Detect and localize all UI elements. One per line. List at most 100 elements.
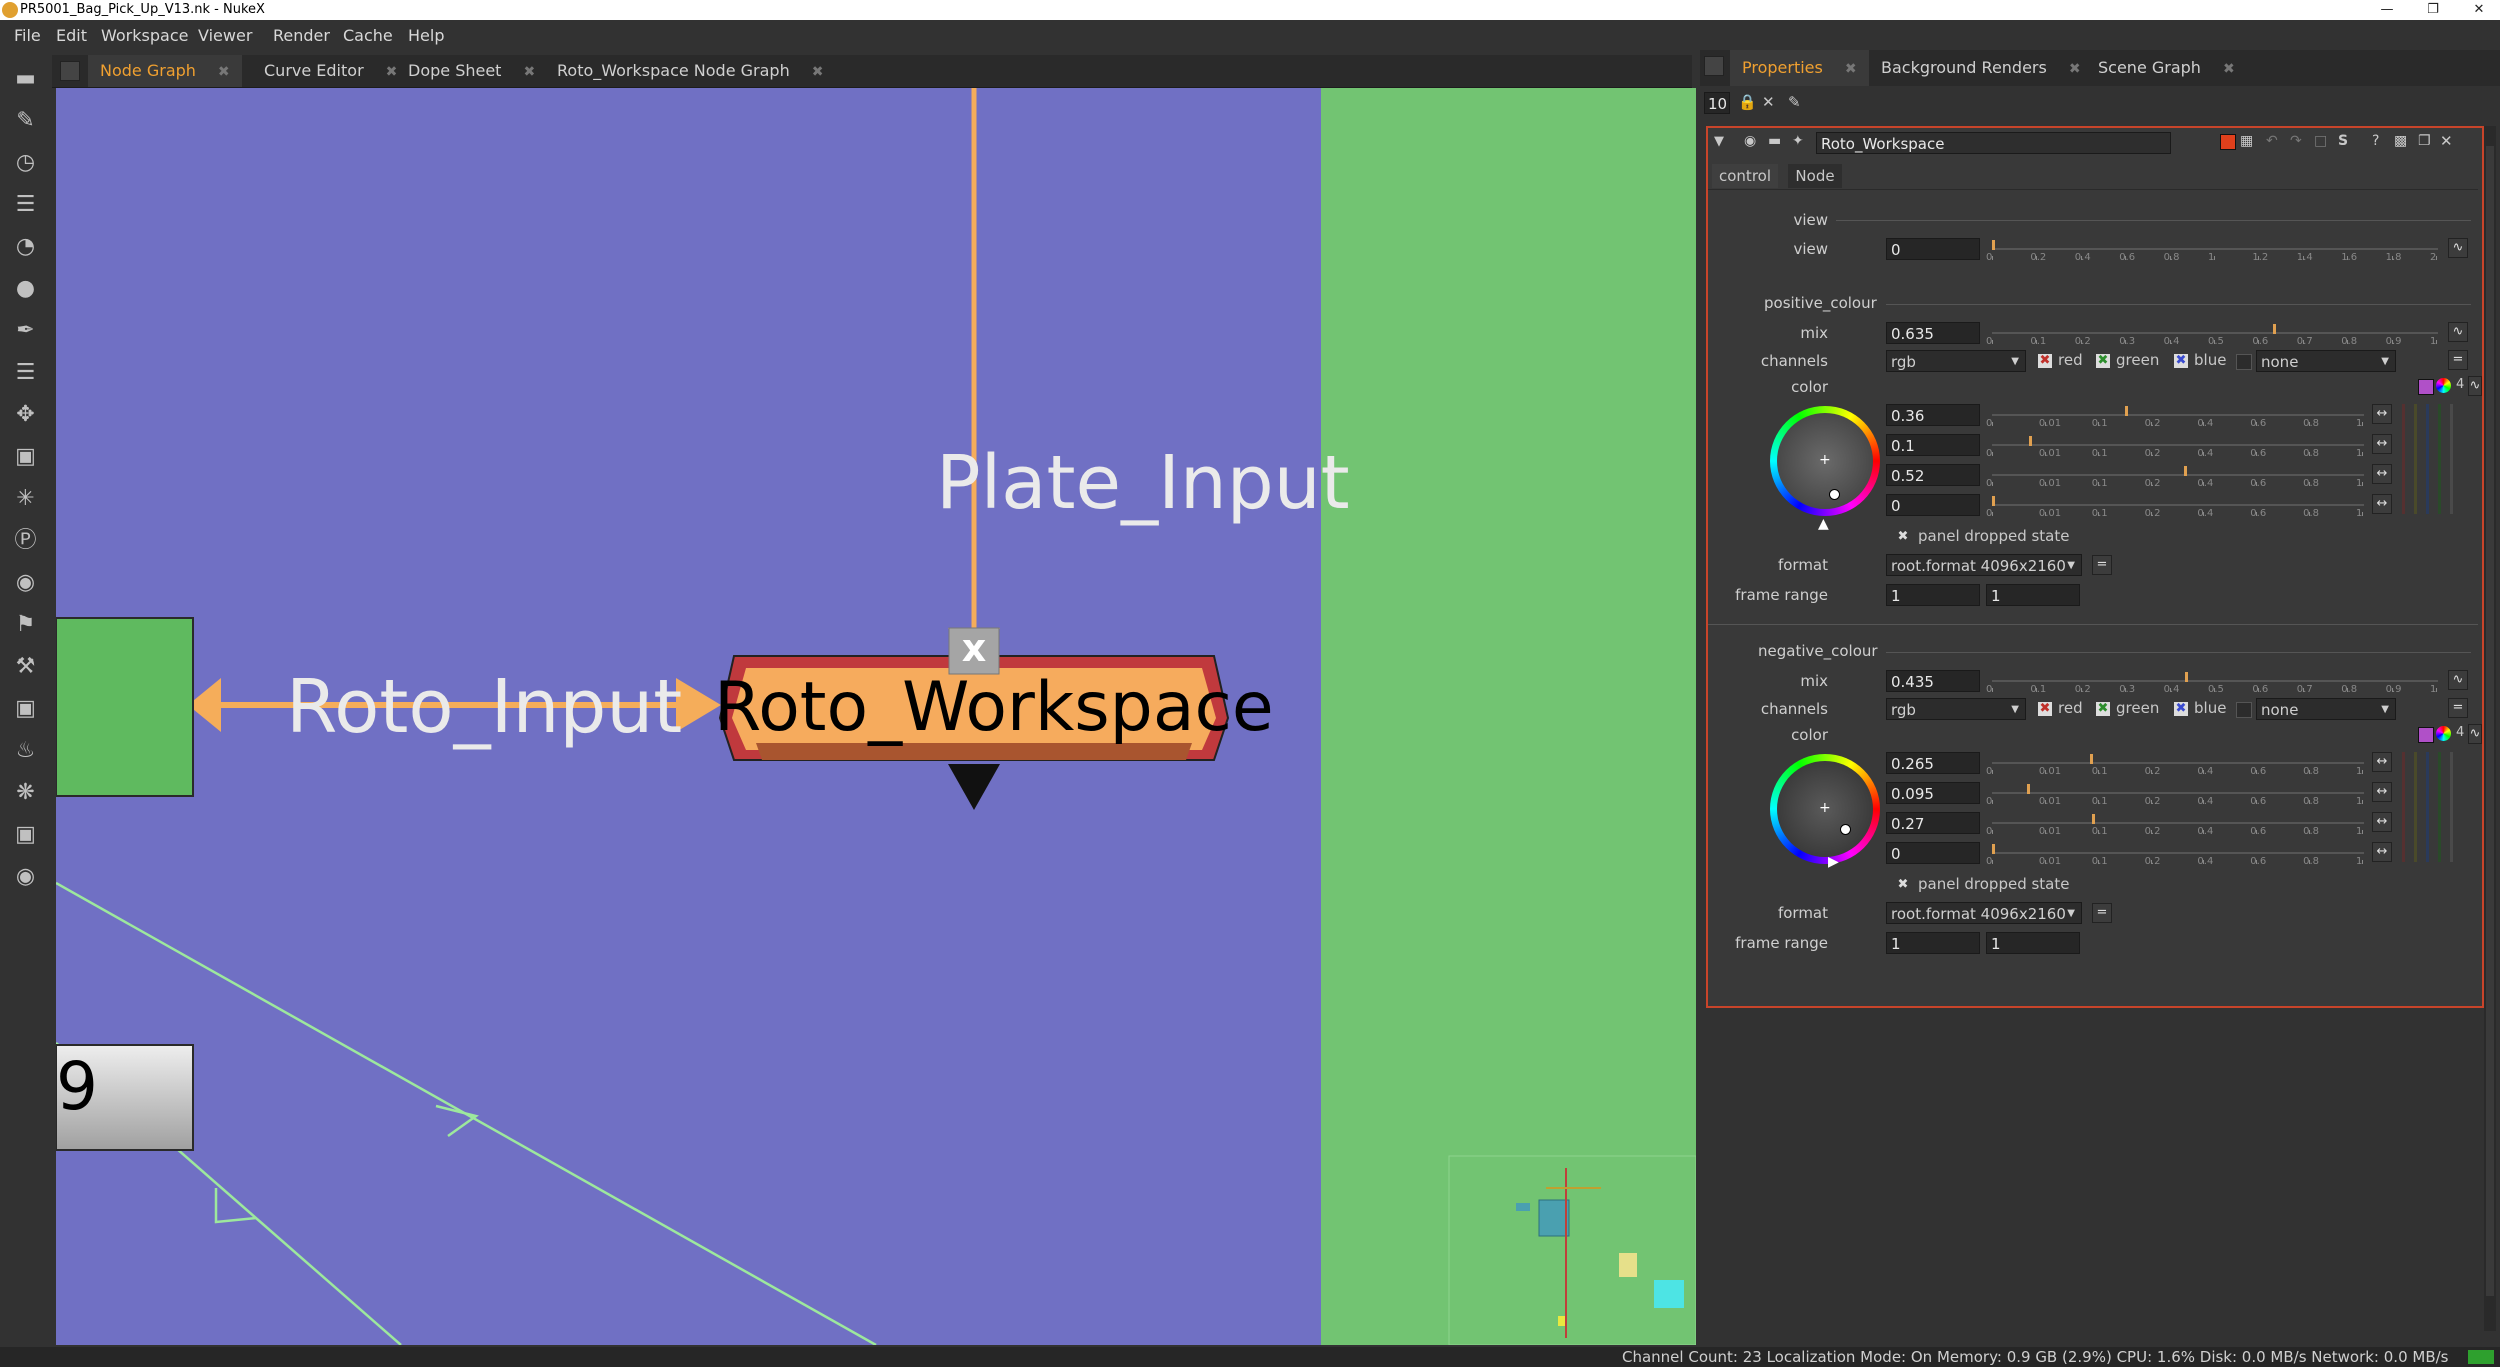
center-node-icon[interactable]: ◉	[1744, 133, 1756, 149]
positive-blue-slider[interactable]: 0 0.01 0.1 0.2 0.4 0.6 0.8 1	[1986, 464, 2364, 489]
slider-knob[interactable]	[2184, 672, 2188, 682]
alpha-checkbox[interactable]	[2236, 354, 2252, 370]
undo-icon[interactable]: ↶	[2266, 133, 2278, 149]
tab-node-graph[interactable]: Node Graph ✖	[88, 55, 242, 87]
green-node[interactable]	[56, 617, 194, 797]
slider-track[interactable]	[1992, 414, 2364, 416]
maximize-icon[interactable]: ❐	[2410, 0, 2456, 20]
toolsets-icon[interactable]: ⚒	[12, 653, 39, 680]
link-icon[interactable]: =	[2448, 350, 2468, 370]
channel-count-label[interactable]: 4	[2456, 377, 2464, 392]
slider-track[interactable]	[1992, 474, 2364, 476]
color-step-icon[interactable]: ↔	[2372, 752, 2392, 772]
slider-knob[interactable]	[2089, 754, 2093, 764]
slider-knob[interactable]	[2183, 466, 2187, 476]
menu-help[interactable]: Help	[408, 26, 444, 45]
gl-color-icon[interactable]: ▦	[2240, 133, 2253, 149]
negative-green-field[interactable]: 0.095	[1886, 782, 1980, 804]
revert-icon[interactable]: □	[2314, 133, 2327, 149]
channel-count-label[interactable]: 4	[2456, 725, 2464, 740]
menu-viewer[interactable]: Viewer	[198, 26, 252, 45]
panel-dropped-checkbox[interactable]: ✖	[1896, 530, 1910, 544]
redo-icon[interactable]: ↷	[2290, 133, 2302, 149]
positive-channels-dropdown[interactable]: rgb ▼	[1886, 350, 2026, 372]
negative-blue-field[interactable]: 0.27	[1886, 812, 1980, 834]
node-graph-icon[interactable]: ✦	[1792, 133, 1804, 149]
tab-properties[interactable]: Properties ✖	[1730, 50, 1869, 86]
slider-track[interactable]	[1992, 332, 2438, 334]
red-checkbox[interactable]: ✖	[2038, 702, 2052, 716]
furnace-tools-icon[interactable]: ♨	[12, 737, 39, 764]
positive-alpha-field[interactable]: 0	[1886, 494, 1980, 516]
negative-blue-slider[interactable]: 0 0.01 0.1 0.2 0.4 0.6 0.8 1	[1986, 812, 2364, 837]
close-tab-icon[interactable]: ✖	[812, 56, 824, 88]
tab-scene-graph[interactable]: Scene Graph ✖	[2086, 50, 2247, 86]
positive-green-slider[interactable]: 0 0.01 0.1 0.2 0.4 0.6 0.8 1	[1986, 434, 2364, 459]
color-wheel-icon[interactable]	[2436, 378, 2451, 393]
menu-render[interactable]: Render	[273, 26, 330, 45]
alpha-checkbox[interactable]	[2236, 702, 2252, 718]
close-tab-icon[interactable]: ✖	[2223, 51, 2235, 87]
script-icon[interactable]: S	[2338, 133, 2348, 149]
animation-curve-icon[interactable]: ∿	[2468, 376, 2482, 396]
tab-dope-sheet[interactable]: Dope Sheet ✖	[396, 55, 547, 87]
positive-red-slider[interactable]: 0 0.01 0.1 0.2 0.4 0.6 0.8 1	[1986, 404, 2364, 429]
menu-workspace[interactable]: Workspace	[101, 26, 188, 45]
color-step-icon[interactable]: ↔	[2372, 434, 2392, 454]
node-graph-canvas[interactable]: Plate_Input Roto_Input Roto_Workspace x …	[56, 88, 1696, 1345]
image-tools-icon[interactable]: ▬	[12, 65, 39, 92]
tab-control[interactable]: control	[1712, 164, 1778, 188]
slider-knob[interactable]	[2091, 814, 2095, 824]
negative-alpha-field[interactable]: 0	[1886, 842, 1980, 864]
max-panels-field[interactable]: 10	[1704, 92, 1730, 114]
animation-curve-icon[interactable]: ∿	[2448, 238, 2468, 258]
close-window-icon[interactable]: ✕	[2456, 0, 2500, 20]
link-icon[interactable]: =	[2448, 698, 2468, 718]
slider-track[interactable]	[1992, 792, 2364, 794]
collapse-icon[interactable]: ▼	[1714, 134, 1724, 149]
cara-vr-icon[interactable]: ▣	[12, 821, 39, 848]
animation-curve-icon[interactable]: ∿	[2468, 724, 2482, 744]
wheel-picker-handle[interactable]	[1829, 489, 1840, 500]
negative-color-sliders-mini[interactable]	[2400, 752, 2472, 862]
minimize-icon[interactable]: —	[2364, 0, 2410, 20]
red-checkbox[interactable]: ✖	[2038, 354, 2052, 368]
color-tools-icon[interactable]: ◔	[12, 233, 39, 260]
negative-alpha-slider[interactable]: 0 0.01 0.1 0.2 0.4 0.6 0.8 1	[1986, 842, 2364, 867]
slider-knob[interactable]	[2027, 784, 2031, 794]
menu-file[interactable]: File	[14, 26, 41, 45]
positive-range-end[interactable]: 1	[1986, 584, 2080, 606]
slider-track[interactable]	[1992, 822, 2364, 824]
time-tools-icon[interactable]: ◷	[12, 149, 39, 176]
positive-format-dropdown[interactable]: root.format 4096x2160 ▼	[1886, 554, 2082, 576]
color-wheel-icon[interactable]	[2436, 726, 2451, 741]
input-icon[interactable]: ▬	[1768, 133, 1781, 149]
tab-background-renders[interactable]: Background Renders ✖	[1869, 50, 2093, 86]
slider-track[interactable]	[1992, 504, 2364, 506]
menu-edit[interactable]: Edit	[56, 26, 87, 45]
negative-mix-field[interactable]: 0.435	[1886, 670, 1980, 692]
help-icon[interactable]: ?	[2372, 133, 2379, 149]
panel-dropped-checkbox[interactable]: ✖	[1896, 878, 1910, 892]
tab-node[interactable]: Node	[1788, 164, 1842, 188]
panel-menu-icon[interactable]	[1704, 56, 1724, 76]
close-tab-icon[interactable]: ✖	[2069, 51, 2081, 87]
plugins-icon[interactable]: ◉	[12, 863, 39, 890]
clear-panels-icon[interactable]: ✕	[1762, 93, 1775, 111]
negative-green-slider[interactable]: 0 0.01 0.1 0.2 0.4 0.6 0.8 1	[1986, 782, 2364, 807]
close-tab-icon[interactable]: ✖	[1845, 51, 1857, 87]
color-step-icon[interactable]: ↔	[2372, 404, 2392, 424]
3d-tools-icon[interactable]: ▣	[12, 443, 39, 470]
other-tools-icon[interactable]: ▣	[12, 695, 39, 722]
deep-tools-icon[interactable]: Ⓟ	[12, 527, 39, 554]
edit-icon[interactable]: ✎	[1788, 93, 1801, 111]
slider-track[interactable]	[1992, 248, 2438, 250]
positive-mix-slider[interactable]: 0 0.1 0.2 0.3 0.4 0.5 0.6 0.7 0.8 0.9 1	[1986, 322, 2438, 347]
color-step-icon[interactable]: ↔	[2372, 782, 2392, 802]
negative-range-start[interactable]: 1	[1886, 932, 1980, 954]
positive-blue-field[interactable]: 0.52	[1886, 464, 1980, 486]
slider-knob[interactable]	[1992, 496, 1995, 506]
blue-checkbox[interactable]: ✖	[2174, 702, 2188, 716]
color-step-icon[interactable]: ↔	[2372, 494, 2392, 514]
slider-knob[interactable]	[1992, 844, 1995, 854]
